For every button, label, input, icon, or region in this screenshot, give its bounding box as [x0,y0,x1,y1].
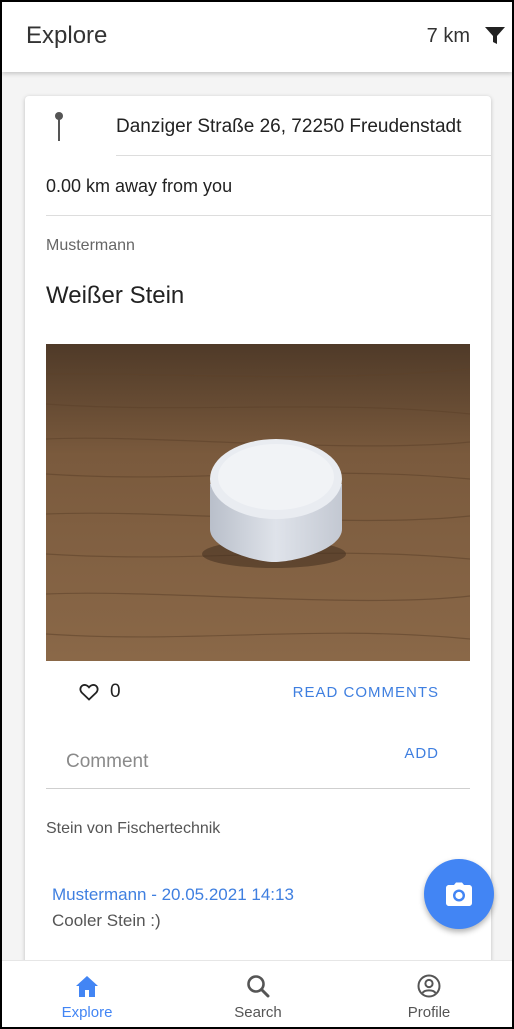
feed[interactable]: Danziger Straße 26, 72250 Freudenstadt 0… [2,72,512,960]
like-count: 0 [110,681,121,702]
post-card: Danziger Straße 26, 72250 Freudenstadt 0… [25,96,491,960]
page-title: Explore [26,22,108,49]
post-description: Stein von Fischertechnik [46,820,221,837]
app-frame: Explore 7 km Danziger Straße 26, 72250 F… [0,0,514,1029]
add-comment-button[interactable]: ADD [404,745,439,762]
distance-away: 0.00 km away from you [46,176,233,196]
read-comments-button[interactable]: READ COMMENTS [293,684,439,701]
nav-label-search: Search [234,1004,282,1021]
nav-label-profile: Profile [407,1004,451,1021]
pin-icon [55,112,63,141]
heart-icon[interactable] [79,683,99,701]
divider [116,155,491,156]
nav-label-explore: Explore [61,1004,113,1021]
distance-filter-value[interactable]: 7 km [427,25,470,48]
account-circle-icon [417,974,441,998]
post-title: Weißer Stein [46,282,185,309]
nav-explore[interactable]: Explore [27,961,147,1027]
post-address: Danziger Straße 26, 72250 Freudenstadt [116,116,462,137]
post-photo [46,344,470,661]
camera-icon [446,882,472,906]
comment-meta: Mustermann - 20.05.2021 14:13 [52,885,294,904]
camera-fab-button[interactable] [424,859,494,929]
divider [46,215,491,216]
comment-input[interactable] [46,736,470,789]
post-author: Mustermann [46,237,135,254]
nav-profile[interactable]: Profile [369,961,489,1027]
bottom-navigation: Explore Search Profile [2,960,512,1027]
comment-text: Cooler Stein :) [52,911,161,930]
home-icon [76,976,98,997]
filter-icon[interactable] [484,26,506,46]
nav-search[interactable]: Search [198,961,318,1027]
app-bar: Explore 7 km [2,2,512,72]
search-icon [247,975,270,998]
